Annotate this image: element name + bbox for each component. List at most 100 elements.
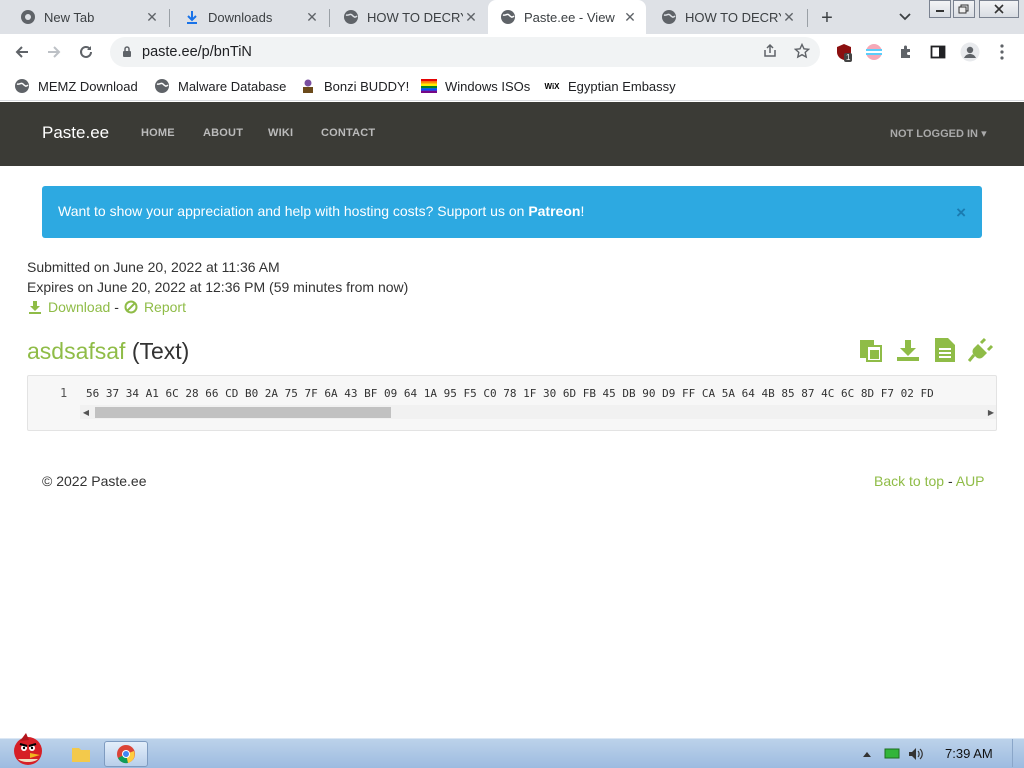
- tab-title: Paste.ee - View: [524, 9, 615, 25]
- side-panel-icon[interactable]: [928, 42, 948, 62]
- bookmark-windows-isos[interactable]: Windows ISOs: [421, 76, 530, 96]
- scroll-left-arrow[interactable]: ◀: [80, 405, 92, 419]
- reload-icon: [80, 45, 92, 58]
- bookmark-malware-database[interactable]: Malware Database: [154, 76, 286, 96]
- paste-name: asdsafsaf: [27, 338, 126, 364]
- paste-code-box: 1 56 37 34 A1 6C 28 66 CD B0 2A 75 7F 6A…: [27, 375, 997, 431]
- raw-button[interactable]: [932, 337, 958, 363]
- globe-icon: [14, 78, 30, 94]
- horizontal-scrollbar[interactable]: ◀ ▶: [80, 405, 996, 419]
- copy-button[interactable]: [858, 337, 884, 363]
- new-tab-button[interactable]: +: [815, 6, 839, 30]
- tab-search-button[interactable]: [894, 7, 916, 27]
- bonzi-icon: [300, 78, 316, 94]
- alert-text: Want to show your appreciation and help …: [58, 203, 529, 219]
- forward-arrow-icon: [48, 46, 61, 58]
- bookmarks-bar: MEMZ Download Malware Database Bonzi BUD…: [0, 70, 1024, 101]
- paste-content[interactable]: 56 37 34 A1 6C 28 66 CD B0 2A 75 7F 6A 4…: [86, 387, 996, 400]
- download-link[interactable]: Download: [48, 299, 110, 315]
- aup-link[interactable]: AUP: [956, 473, 985, 489]
- close-icon[interactable]: ✕: [781, 9, 797, 25]
- separator: -: [947, 473, 953, 489]
- show-hidden-icons[interactable]: [860, 741, 874, 767]
- tab-new-tab[interactable]: New Tab ✕: [8, 0, 168, 34]
- bookmark-egyptian-embassy[interactable]: WiX Egyptian Embassy: [544, 76, 676, 96]
- restore-icon: [958, 4, 969, 14]
- tab-paste-ee[interactable]: Paste.ee - View ✕: [488, 0, 646, 34]
- taskbar-clock[interactable]: 7:39 AM: [945, 746, 993, 761]
- paste-type: (Text): [131, 338, 190, 364]
- close-icon[interactable]: ✕: [144, 9, 160, 25]
- address-bar[interactable]: paste.ee/p/bnTiN: [110, 37, 820, 67]
- download-paste-button[interactable]: [895, 337, 921, 363]
- chrome-taskbar[interactable]: [104, 741, 148, 767]
- lock-icon: [123, 46, 131, 57]
- close-icon[interactable]: ✕: [304, 9, 320, 25]
- nav-about[interactable]: ABOUT: [203, 127, 243, 139]
- paste-actions: Download - Report: [27, 299, 186, 315]
- copyright: © 2022 Paste.ee: [42, 473, 147, 489]
- close-window-button[interactable]: [979, 0, 1019, 18]
- share-button[interactable]: [760, 41, 780, 61]
- site-navbar: Paste.ee HOME ABOUT WIKI CONTACT NOT LOG…: [0, 102, 1024, 166]
- tab-title: HOW TO DECRY: [367, 9, 463, 25]
- bookmark-bonzi-buddy[interactable]: Bonzi BUDDY!: [300, 76, 409, 96]
- reload-button[interactable]: [73, 39, 99, 65]
- forward-button[interactable]: [41, 39, 67, 65]
- tab-divider: [329, 9, 330, 27]
- tab-how-to-decrypt[interactable]: HOW TO DECRY ✕: [331, 0, 487, 34]
- tab-how-to-decrypt-2[interactable]: HOW TO DECRY ✕: [649, 0, 805, 34]
- chrome-icon: [20, 9, 36, 25]
- profile-avatar-icon[interactable]: [960, 42, 980, 62]
- nav-contact[interactable]: CONTACT: [321, 127, 375, 139]
- site-brand-link[interactable]: Paste.ee: [42, 123, 109, 143]
- angry-bird-icon: [14, 733, 42, 765]
- nav-wiki[interactable]: WIKI: [268, 127, 293, 139]
- restore-button[interactable]: [953, 0, 975, 18]
- report-link[interactable]: Report: [144, 299, 186, 315]
- tab-title: Downloads: [208, 9, 273, 25]
- star-icon: [794, 43, 810, 59]
- tab-downloads[interactable]: Downloads ✕: [172, 0, 328, 34]
- bookmark-star-button[interactable]: [792, 41, 812, 61]
- trans-flag-extension-icon[interactable]: [864, 42, 884, 62]
- minimize-button[interactable]: [929, 0, 951, 18]
- wix-icon: WiX: [544, 81, 560, 91]
- chevron-up-icon: [863, 752, 871, 757]
- caret-down-icon: ▾: [981, 128, 987, 140]
- bookmark-memz[interactable]: MEMZ Download: [14, 76, 138, 96]
- back-button[interactable]: [9, 39, 35, 65]
- extensions-puzzle-icon[interactable]: [896, 42, 916, 62]
- bookmark-label: MEMZ Download: [38, 78, 138, 94]
- back-to-top-link[interactable]: Back to top: [874, 473, 944, 489]
- download-icon: [897, 340, 919, 361]
- start-button[interactable]: [6, 731, 50, 767]
- file-explorer-taskbar[interactable]: [68, 741, 94, 767]
- embed-button[interactable]: [968, 337, 994, 363]
- tab-divider: [807, 9, 808, 27]
- ban-icon: [123, 299, 139, 315]
- expires-date: Expires on June 20, 2022 at 12:36 PM (59…: [27, 279, 409, 295]
- scroll-right-arrow[interactable]: ▶: [985, 405, 996, 419]
- download-icon: [27, 299, 43, 315]
- bookmark-label: Malware Database: [178, 78, 287, 94]
- menu-kebab-icon[interactable]: [992, 42, 1012, 62]
- bookmark-label: Bonzi BUDDY!: [324, 78, 410, 94]
- copy-icon: [860, 340, 882, 362]
- ublock-extension-icon[interactable]: 1: [834, 42, 854, 62]
- login-dropdown[interactable]: NOT LOGGED IN ▾: [890, 127, 987, 140]
- bookmark-label: Egyptian Embassy: [568, 78, 676, 94]
- close-icon[interactable]: ✕: [463, 9, 479, 25]
- scrollbar-thumb[interactable]: [95, 407, 391, 418]
- show-desktop-button[interactable]: [1012, 739, 1024, 767]
- paste-title: asdsafsaf (Text): [27, 338, 189, 365]
- patreon-link[interactable]: Patreon: [528, 203, 580, 219]
- close-icon: [994, 4, 1004, 14]
- volume-icon[interactable]: [906, 741, 926, 767]
- rainbow-flag-icon: [421, 78, 437, 94]
- alert-close-button[interactable]: ×: [956, 203, 966, 223]
- network-tray-icon[interactable]: [882, 741, 902, 767]
- close-icon[interactable]: ✕: [622, 9, 638, 25]
- nav-home[interactable]: HOME: [141, 127, 175, 139]
- chevron-down-icon: [899, 13, 911, 21]
